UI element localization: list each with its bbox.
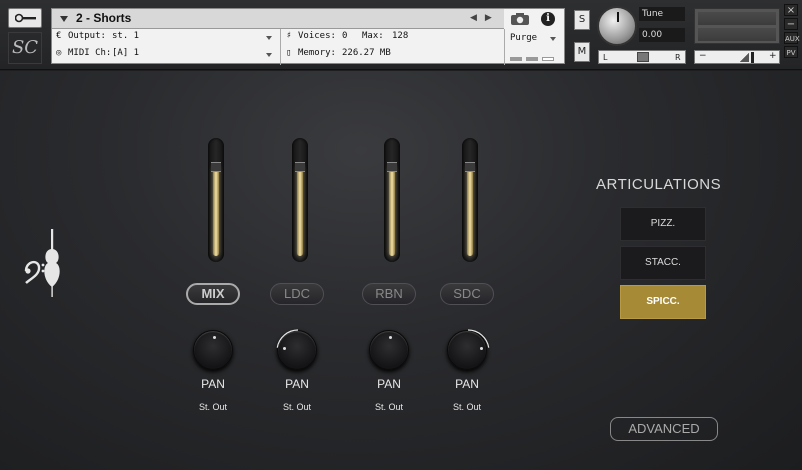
volume-minus-label: − <box>699 51 707 61</box>
instrument-volume-slider[interactable]: − + <box>694 50 780 64</box>
divider <box>504 29 505 65</box>
articulation-stacc-button[interactable]: STACC. <box>620 246 706 280</box>
minimize-instrument-button[interactable]: − <box>784 18 798 30</box>
instrument-name[interactable]: 2 - Shorts <box>76 11 131 25</box>
channel-pan-knob[interactable] <box>447 329 490 370</box>
instrument-body: MIX PAN St. Out LDC PAN St. Out RBN PAN <box>0 71 802 470</box>
channel-pan-label: PAN <box>377 377 401 391</box>
fader-handle[interactable] <box>295 162 305 172</box>
channel-select-button[interactable]: MIX <box>186 283 240 305</box>
collapse-icon[interactable] <box>60 16 68 22</box>
prev-next-instrument-arrows[interactable]: ◀▶ <box>470 13 500 23</box>
articulation-pizz-button[interactable]: PIZZ. <box>620 207 706 241</box>
channel-fader[interactable] <box>292 138 308 262</box>
output-value[interactable]: st. 1 <box>112 31 139 41</box>
midi-label: MIDI Ch: <box>68 48 112 58</box>
tune-value[interactable]: 0.00 <box>639 28 685 42</box>
channel-output-label[interactable]: St. Out <box>270 402 324 412</box>
mute-button[interactable]: M <box>574 42 590 62</box>
fader-level-fill <box>389 166 395 256</box>
channel-select-button[interactable]: RBN <box>362 283 416 305</box>
output-icon: € <box>56 31 62 41</box>
pan-arc-indicator <box>367 328 413 374</box>
output-dropdown-icon[interactable] <box>266 36 272 40</box>
instrument-name-row: 2 - Shorts ◀▶ <box>52 9 504 29</box>
channel-pan-label: PAN <box>285 377 309 391</box>
fader-level-fill <box>467 166 473 256</box>
pan-right-label: R <box>675 53 681 62</box>
pan-pointer <box>388 335 392 339</box>
purge-dropdown-icon[interactable] <box>550 37 556 41</box>
pv-button[interactable]: PV <box>784 46 798 58</box>
memory-icon: ▯ <box>286 48 292 58</box>
volume-plus-label: + <box>769 51 777 61</box>
output-label: Output: <box>68 31 106 41</box>
channel-fader[interactable] <box>384 138 400 262</box>
fader-handle[interactable] <box>387 162 397 172</box>
channel-pan-knob[interactable] <box>193 330 233 370</box>
memory-label: Memory: <box>298 48 336 58</box>
output-row[interactable]: € Output: st. 1 <box>56 31 276 47</box>
divider <box>280 29 281 65</box>
volume-ramp-icon <box>739 53 749 62</box>
advanced-button[interactable]: ADVANCED <box>610 417 718 441</box>
pan-handle[interactable] <box>637 52 649 62</box>
channel-output-label[interactable]: St. Out <box>186 402 240 412</box>
articulation-spicc-button[interactable]: SPICC. <box>620 285 706 319</box>
instrument-info-panel: 2 - Shorts ◀▶ i € Output: st. 1 ◎ MIDI C… <box>51 8 565 65</box>
channel-output-label[interactable]: St. Out <box>440 402 494 412</box>
purge-indicators <box>510 53 558 64</box>
max-voices-label: Max: <box>362 31 384 41</box>
info-icon[interactable]: i <box>541 12 555 26</box>
fader-level-fill <box>297 166 303 256</box>
fader-handle[interactable] <box>465 162 475 172</box>
snapshot-camera-icon[interactable] <box>510 12 530 26</box>
pan-pointer <box>212 335 216 339</box>
max-voices-value[interactable]: 128 <box>392 31 408 41</box>
channel-fader[interactable] <box>462 138 478 262</box>
voices-label: Voices: <box>298 31 336 41</box>
voices-value: 0 <box>342 31 348 41</box>
close-instrument-button[interactable]: × <box>784 4 798 16</box>
midi-channel-value[interactable]: [A] 1 <box>112 48 139 58</box>
channel-pan-label: PAN <box>201 377 225 391</box>
channel-select-button[interactable]: SDC <box>440 283 494 305</box>
library-logo: SC <box>8 32 42 64</box>
pan-arc-indicator <box>191 328 237 374</box>
channel-fader[interactable] <box>208 138 224 262</box>
voices-row: ♯ Voices: 0 Max: 128 <box>286 31 486 47</box>
channel-pan-knob[interactable] <box>276 329 317 370</box>
channel-pan-knob[interactable] <box>369 330 409 370</box>
midi-icon: ◎ <box>56 48 62 58</box>
articulations-title: ARTICULATIONS <box>596 176 722 193</box>
fader-level-fill <box>213 166 219 256</box>
pan-arc-indicator <box>467 329 490 348</box>
memory-row: ▯ Memory: 226.27 MB <box>286 48 486 64</box>
volume-handle[interactable] <box>751 52 754 63</box>
channel-select-button[interactable]: LDC <box>270 283 324 305</box>
memory-value: 226.27 MB <box>342 48 391 58</box>
instrument-pan-slider[interactable]: L R <box>598 50 686 64</box>
midi-row[interactable]: ◎ MIDI Ch: [A] 1 <box>56 48 276 64</box>
pan-left-label: L <box>603 53 608 62</box>
pan-arc-indicator <box>276 329 299 348</box>
purge-button[interactable]: Purge <box>510 33 537 43</box>
tune-label: Tune <box>639 7 685 21</box>
wrench-icon <box>15 13 36 23</box>
instrument-header: SC 2 - Shorts ◀▶ i € Output: st. 1 ◎ MID… <box>0 0 802 70</box>
midi-dropdown-icon[interactable] <box>266 53 272 57</box>
instrument-options-button[interactable] <box>8 8 42 28</box>
output-level-meter <box>694 8 780 44</box>
fader-handle[interactable] <box>211 162 221 172</box>
tune-knob[interactable] <box>597 6 637 46</box>
solo-button[interactable]: S <box>574 10 590 30</box>
channel-output-label[interactable]: St. Out <box>362 402 416 412</box>
aux-button[interactable]: AUX <box>784 32 800 44</box>
voices-icon: ♯ <box>286 31 292 41</box>
channel-pan-label: PAN <box>455 377 479 391</box>
cello-icon <box>24 229 60 297</box>
